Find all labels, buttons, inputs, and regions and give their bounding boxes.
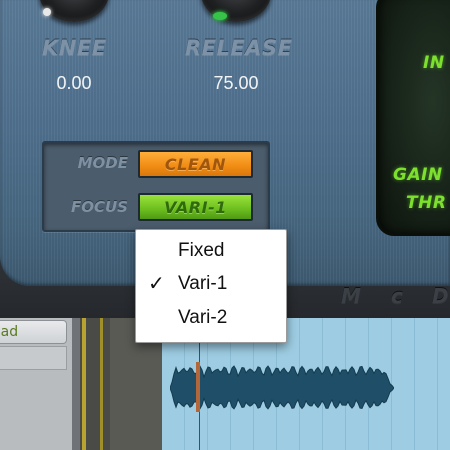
gain-reduction-meter: IN GAIN THR xyxy=(376,0,450,236)
mode-label: MODE xyxy=(77,154,128,172)
knee-value[interactable]: 0.00 xyxy=(44,73,104,94)
release-knob[interactable] xyxy=(201,0,271,22)
marker-line xyxy=(82,318,86,450)
brand-letter-m: M xyxy=(341,284,361,308)
focus-selector[interactable]: VARI-1 xyxy=(138,193,253,221)
checkmark-icon: ✓ xyxy=(148,273,165,295)
menu-item-label: Vari-1 xyxy=(178,273,228,294)
track-name-field[interactable]: ead xyxy=(0,320,67,344)
menu-item-label: Fixed xyxy=(178,240,225,261)
knee-label: KNEE xyxy=(42,36,107,60)
mode-focus-group: MODE CLEAN FOCUS VARI-1 xyxy=(42,141,270,232)
waveform-path xyxy=(170,365,394,410)
menu-item-vari-1[interactable]: ✓ Vari-1 xyxy=(136,268,286,300)
knee-knob[interactable] xyxy=(39,0,109,22)
mode-selector[interactable]: CLEAN xyxy=(138,150,253,178)
playhead-cursor[interactable] xyxy=(196,362,200,412)
meter-thr-label: THR xyxy=(406,193,447,213)
meter-gain-label: GAIN xyxy=(393,165,443,185)
menu-item-vari-2[interactable]: Vari-2 xyxy=(136,302,286,334)
track-header: ead xyxy=(0,318,72,450)
brand-letter-c: c xyxy=(391,284,403,308)
marker-line xyxy=(100,318,103,450)
track-divider xyxy=(72,318,80,450)
audio-waveform xyxy=(170,365,394,410)
focus-label: FOCUS xyxy=(71,198,128,216)
release-label: RELEASE xyxy=(185,36,293,60)
menu-item-label: Vari-2 xyxy=(178,307,228,328)
menu-item-fixed[interactable]: Fixed xyxy=(136,235,286,267)
brand-letter-d: D xyxy=(432,284,449,308)
release-value[interactable]: 75.00 xyxy=(200,73,272,94)
meter-in-label: IN xyxy=(423,53,445,73)
focus-dropdown-menu: Fixed ✓ Vari-1 Vari-2 xyxy=(135,229,287,343)
track-control-row[interactable] xyxy=(0,346,67,370)
